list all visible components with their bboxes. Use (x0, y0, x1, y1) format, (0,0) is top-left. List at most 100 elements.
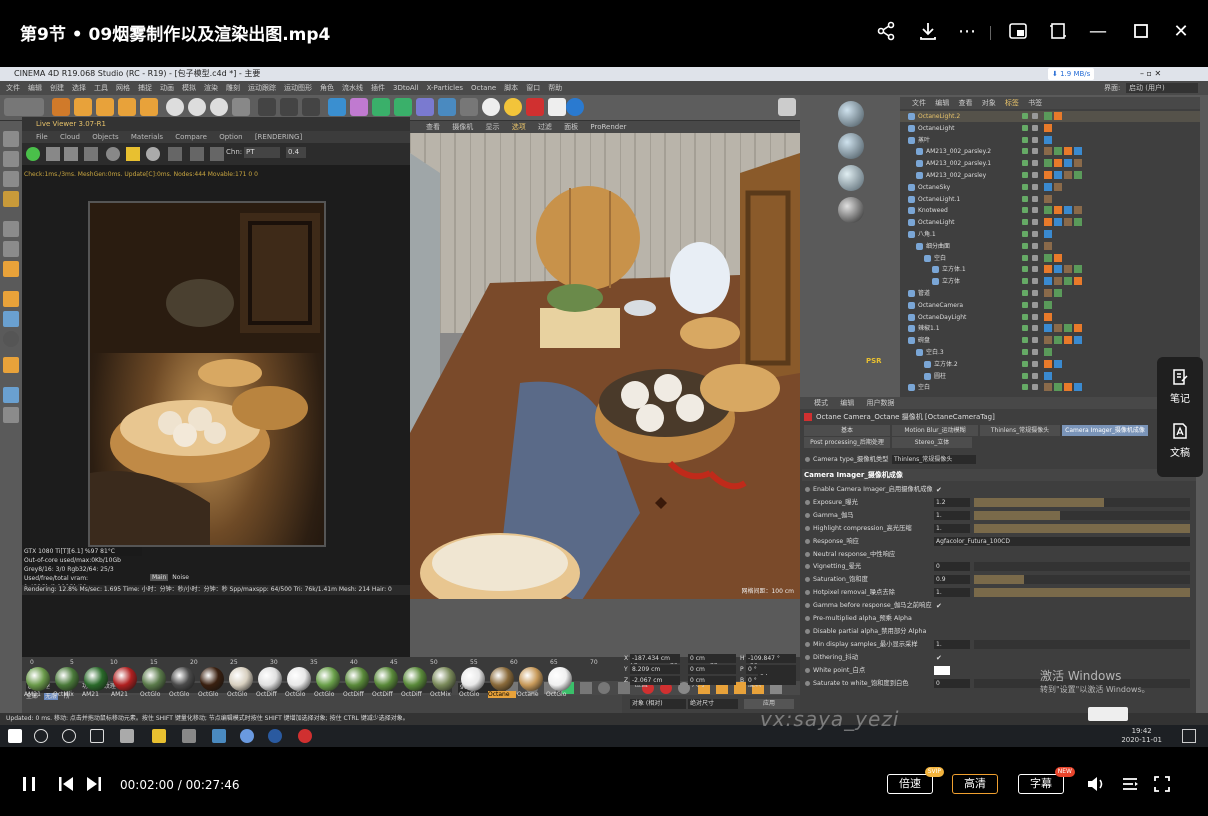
tag-icon[interactable] (1064, 218, 1072, 227)
visibility-toggle[interactable] (1022, 207, 1028, 214)
object-row[interactable]: 辣椒1.1 (900, 323, 1200, 334)
app-icon[interactable] (182, 729, 196, 743)
coord-pos-field[interactable]: 8.209 cm (630, 665, 680, 674)
snap-icon[interactable] (3, 331, 19, 347)
coord-rot-field[interactable]: 0 ° (746, 665, 796, 674)
material-thumbnail[interactable] (519, 667, 543, 691)
visibility-toggle[interactable] (1022, 172, 1028, 178)
lock-icon[interactable] (126, 147, 140, 161)
menu-item[interactable]: 选择 (72, 84, 86, 92)
om-menu-edit[interactable]: 编辑 (935, 99, 949, 107)
tag-icon[interactable] (1054, 171, 1062, 179)
playlist-button[interactable] (1120, 774, 1140, 799)
viewport-scene[interactable] (410, 133, 800, 599)
c4d-menu-items[interactable]: 文件 编辑 创建 选择 工具 网格 捕捉 动画 模拟 渲染 雕刻 运动跟踪 运动图形 角色 流水线 插件 3Dt… (2, 81, 566, 95)
menu-item[interactable]: 文件 (6, 84, 20, 92)
visibility-toggle[interactable] (1022, 124, 1028, 131)
visibility-toggle[interactable] (1022, 148, 1028, 155)
chn-value[interactable]: 0.4 (286, 147, 306, 158)
object-row[interactable]: 圆柱 (900, 371, 1200, 382)
visibility-toggle[interactable] (1022, 195, 1028, 202)
pip-icon[interactable] (1005, 20, 1031, 46)
menu-item[interactable]: 捕捉 (138, 84, 152, 92)
material-thumbnail[interactable] (55, 667, 79, 691)
window-mode-icon[interactable] (1045, 20, 1071, 46)
menu-item[interactable]: 帮助 (548, 84, 562, 92)
minimize-icon[interactable]: — (1085, 20, 1111, 46)
render-view-icon[interactable] (258, 98, 276, 116)
select-tool-icon[interactable] (52, 98, 70, 116)
white-point-swatch[interactable] (934, 665, 950, 675)
lv-menu-cloud[interactable]: Cloud (60, 133, 80, 141)
visibility-toggle[interactable] (1022, 183, 1028, 190)
vp-menu-display[interactable]: 显示 (485, 123, 499, 131)
tag-icon[interactable] (1064, 171, 1072, 179)
param-slider[interactable] (974, 523, 1190, 533)
camera-type-select[interactable]: Thinlens_常规摄像头 (892, 455, 976, 464)
cube-icon[interactable] (328, 98, 346, 116)
render-toggle[interactable] (1032, 183, 1038, 190)
tag-icon[interactable] (1044, 147, 1052, 156)
object-picker-icon[interactable] (168, 147, 182, 161)
lv-menu-compare[interactable]: Compare (175, 133, 207, 141)
points-mode-icon[interactable] (3, 221, 19, 237)
share-icon[interactable] (873, 20, 899, 46)
tag-icon[interactable] (1044, 289, 1052, 297)
coord-pos-field[interactable]: -187.434 cm (630, 654, 680, 663)
vp-menu-view[interactable]: 查看 (426, 123, 440, 131)
attr-tab-basic[interactable]: 基本 (804, 425, 890, 436)
vp-menu-camera[interactable]: 摄像机 (452, 123, 473, 131)
param-value-field[interactable]: 0 (934, 562, 970, 572)
menu-item[interactable]: 角色 (320, 84, 334, 92)
stop-icon[interactable] (64, 147, 78, 161)
material-thumbnail[interactable] (171, 667, 195, 691)
visibility-toggle[interactable] (1022, 136, 1028, 143)
cortana-icon[interactable] (62, 729, 76, 743)
om-menu-tags[interactable]: 标签 (1005, 99, 1019, 107)
region-icon[interactable] (84, 147, 98, 161)
app-icon[interactable] (120, 729, 134, 743)
render-toggle[interactable] (1032, 160, 1038, 167)
vp-menu-panel[interactable]: 面板 (564, 123, 578, 131)
app-icon[interactable] (212, 729, 226, 743)
tag-icon[interactable] (1064, 277, 1072, 286)
material-thumbnail[interactable] (461, 667, 485, 691)
tag-icon[interactable] (1054, 359, 1062, 368)
tag-icon[interactable] (1044, 218, 1052, 227)
render-toggle[interactable] (1032, 136, 1038, 143)
coord-size-field[interactable]: 0 cm (688, 654, 736, 663)
object-row[interactable]: 八角.1 (900, 229, 1200, 240)
tag-icon[interactable] (1054, 265, 1062, 274)
c4d-window-controls[interactable]: – ▫ ✕ (1140, 67, 1161, 81)
tag-icon[interactable] (1044, 348, 1052, 356)
lock-workplane-icon[interactable] (3, 357, 19, 373)
tag-icon[interactable] (1054, 159, 1062, 168)
object-row[interactable]: 蒸叶 (900, 135, 1200, 146)
tag-icon[interactable] (1054, 147, 1062, 156)
render-toggle[interactable] (1032, 148, 1038, 155)
coord-size-field[interactable]: 0 cm (688, 665, 736, 674)
tag-icon[interactable] (1074, 324, 1082, 333)
om-menu-view[interactable]: 查看 (958, 99, 972, 107)
tag-icon[interactable] (1064, 147, 1072, 156)
tag-icon[interactable] (1044, 277, 1052, 286)
am-menu-mode[interactable]: 模式 (814, 399, 828, 407)
axis-mode-icon[interactable] (3, 291, 19, 307)
param-value-field[interactable]: 1.2 (934, 497, 970, 507)
previous-button[interactable] (56, 774, 76, 799)
download-icon[interactable] (915, 20, 941, 46)
visibility-toggle[interactable] (1022, 254, 1028, 261)
cinema4d-icon[interactable] (268, 729, 282, 743)
param-slider[interactable] (974, 497, 1190, 507)
volume-button[interactable] (1086, 774, 1108, 799)
render-toggle[interactable] (1032, 266, 1038, 273)
tag-icon[interactable] (1064, 383, 1072, 392)
restart-render-icon[interactable] (26, 147, 40, 161)
y-axis-icon[interactable] (188, 98, 206, 116)
coord-rot-field[interactable]: -109.847 ° (746, 654, 796, 663)
tag-icon[interactable] (1044, 265, 1052, 274)
om-menu-objects[interactable]: 对象 (982, 99, 996, 107)
material-thumbnail[interactable] (374, 667, 398, 691)
close-icon[interactable]: ✕ (1168, 20, 1194, 46)
tag-icon[interactable] (1044, 324, 1052, 333)
